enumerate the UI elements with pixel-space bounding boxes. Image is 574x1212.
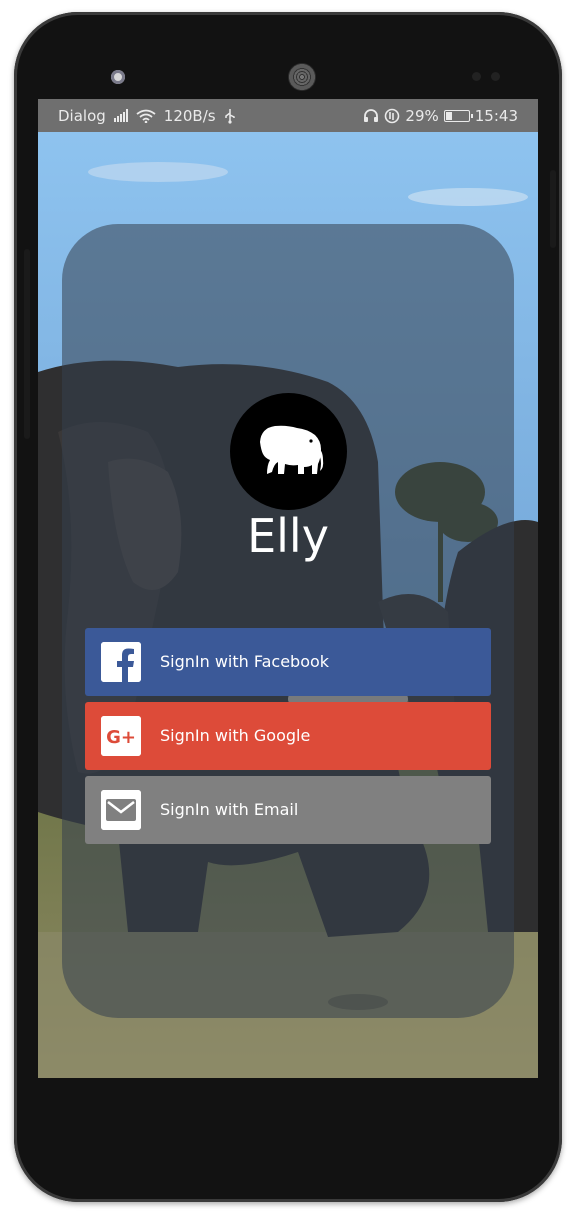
- wifi-icon: [136, 109, 156, 123]
- usb-icon: [224, 108, 235, 124]
- battery-icon: [443, 109, 473, 122]
- signin-email-button[interactable]: SignIn with Email: [85, 776, 491, 844]
- signin-facebook-label: SignIn with Facebook: [160, 652, 330, 671]
- svg-text:G+: G+: [106, 727, 136, 748]
- network-speed-label: 120B/s: [163, 106, 216, 125]
- earpiece-speaker-icon: [288, 63, 316, 91]
- signin-email-label: SignIn with Email: [160, 800, 299, 819]
- google-plus-icon: G+: [101, 716, 141, 756]
- carrier-label: Dialog: [58, 106, 106, 125]
- screen: Dialog 120B/s 29% 15:43 Elly SignIn with…: [38, 99, 538, 1078]
- signal-icon: [113, 109, 128, 122]
- volume-button: [24, 249, 30, 439]
- app-title: Elly: [247, 509, 329, 563]
- signin-facebook-button[interactable]: SignIn with Facebook: [85, 628, 491, 696]
- battery-percent-label: 29%: [405, 106, 439, 125]
- data-saver-icon: [385, 108, 400, 123]
- power-button: [550, 170, 556, 248]
- signin-card: [62, 224, 514, 1018]
- headset-icon: [364, 109, 379, 122]
- elephant-icon: [259, 425, 323, 474]
- app-logo: [230, 393, 347, 510]
- signin-google-label: SignIn with Google: [160, 726, 311, 745]
- status-bar: Dialog 120B/s 29% 15:43: [38, 99, 538, 132]
- envelope-icon: [101, 790, 141, 830]
- signin-google-button[interactable]: G+ SignIn with Google: [85, 702, 491, 770]
- front-camera-icon: [111, 70, 125, 84]
- proximity-sensor-icon: [472, 72, 481, 81]
- clock-label: 15:43: [474, 106, 518, 125]
- light-sensor-icon: [491, 72, 500, 81]
- facebook-icon: [101, 642, 141, 682]
